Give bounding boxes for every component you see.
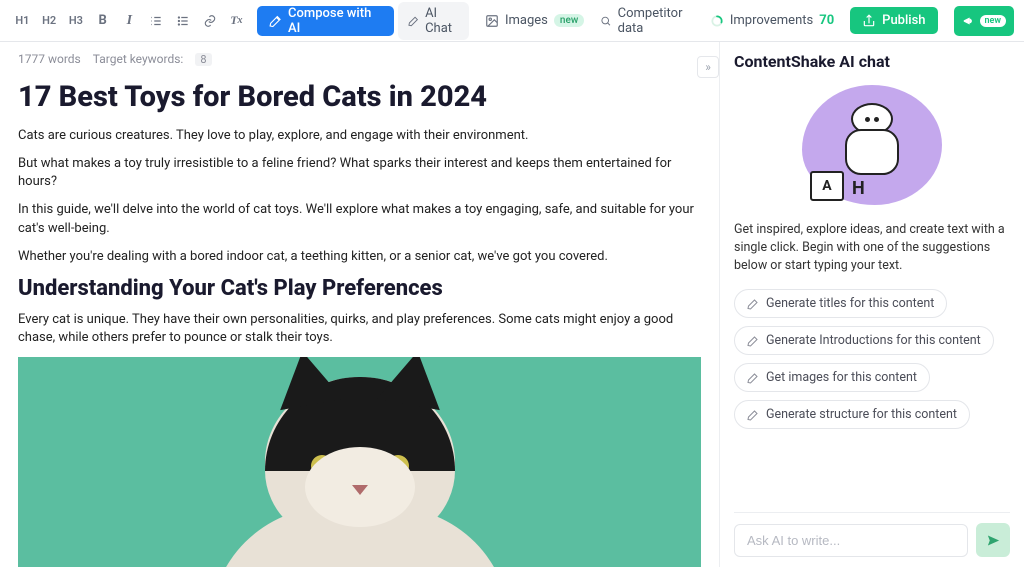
heading-2[interactable]: Understanding Your Cat's Play Preference… — [18, 276, 701, 301]
ai-illustration: A H — [802, 85, 942, 205]
paragraph[interactable]: Whether you're dealing with a bored indo… — [18, 248, 701, 266]
unordered-list-button[interactable] — [171, 8, 196, 34]
competitor-tab[interactable]: Competitor data — [600, 6, 694, 36]
suggestion-chip-images[interactable]: Get images for this content — [734, 363, 930, 392]
main: 1777 words Target keywords: 8 17 Best To… — [0, 42, 1024, 567]
megaphone-icon — [962, 14, 976, 28]
chip-label: Get images for this content — [766, 370, 917, 385]
improvements-tab[interactable]: Improvements 70 — [710, 13, 834, 28]
send-icon — [986, 533, 1001, 548]
ai-chat-sidebar: ContentShake AI chat A H Get inspired, e… — [719, 42, 1024, 567]
ordered-list-button[interactable] — [144, 8, 169, 34]
italic-button[interactable]: I — [117, 8, 142, 34]
ai-chat-tab[interactable]: AI Chat — [398, 2, 469, 40]
improvements-count: 70 — [819, 13, 834, 28]
heading2-button[interactable]: H2 — [37, 8, 62, 34]
wand-icon — [747, 298, 759, 310]
images-new-badge: new — [554, 14, 584, 27]
meta-row: 1777 words Target keywords: 8 — [18, 52, 701, 66]
share-icon — [862, 14, 876, 28]
publish-button[interactable]: Publish — [850, 7, 937, 34]
chevron-right-icon: » — [705, 60, 711, 74]
compose-ai-label: Compose with AI — [288, 6, 382, 36]
wand-icon — [269, 14, 282, 28]
images-label: Images — [505, 13, 548, 28]
suggestion-chip-structure[interactable]: Generate structure for this content — [734, 400, 970, 429]
paragraph[interactable]: In this guide, we'll delve into the worl… — [18, 201, 701, 237]
cat-illustration — [200, 387, 520, 567]
keywords-count[interactable]: 8 — [195, 53, 211, 66]
sidebar-description: Get inspired, explore ideas, and create … — [734, 221, 1010, 275]
publish-label: Publish — [882, 13, 925, 28]
search-icon — [600, 14, 611, 28]
images-tab[interactable]: Images new — [485, 13, 584, 28]
heading1-button[interactable]: H1 — [10, 8, 35, 34]
wand-icon — [747, 409, 759, 421]
document-title[interactable]: 17 Best Toys for Bored Cats in 2024 — [18, 80, 701, 115]
toolbar-right: AI Chat Images new Competitor data Impro… — [398, 2, 1014, 40]
bold-button[interactable]: B — [90, 8, 115, 34]
word-count: 1777 words — [18, 52, 81, 66]
paragraph[interactable]: But what makes a toy truly irresistible … — [18, 155, 701, 191]
ai-chat-label: AI Chat — [425, 6, 459, 36]
target-keywords-label: Target keywords: — [93, 52, 184, 66]
clear-format-button[interactable]: Tx — [224, 8, 249, 34]
suggestion-chip-titles[interactable]: Generate titles for this content — [734, 289, 947, 318]
compose-ai-button[interactable]: Compose with AI — [257, 6, 394, 36]
wand-icon — [408, 14, 419, 28]
wand-icon — [747, 335, 759, 347]
editor: 1777 words Target keywords: 8 17 Best To… — [0, 42, 719, 567]
chat-input-row — [734, 512, 1010, 557]
paragraph[interactable]: Cats are curious creatures. They love to… — [18, 127, 701, 145]
sidebar-title: ContentShake AI chat — [734, 52, 1010, 71]
toolbar: H1 H2 H3 B I Tx Compose with AI AI Chat … — [0, 0, 1024, 42]
announcement-new-badge: new — [980, 15, 1007, 27]
announcement-button[interactable]: new — [954, 6, 1015, 36]
progress-ring-icon — [710, 14, 724, 28]
wand-icon — [747, 372, 759, 384]
hero-image — [18, 357, 701, 567]
image-icon — [485, 14, 499, 28]
heading3-button[interactable]: H3 — [64, 8, 89, 34]
collapse-sidebar-button[interactable]: » — [697, 56, 719, 78]
chip-label: Generate structure for this content — [766, 407, 957, 422]
link-button[interactable] — [197, 8, 222, 34]
chip-label: Generate Introductions for this content — [766, 333, 981, 348]
paragraph[interactable]: Every cat is unique. They have their own… — [18, 311, 701, 347]
improvements-label: Improvements — [730, 13, 813, 28]
send-button[interactable] — [976, 523, 1010, 557]
competitor-label: Competitor data — [618, 6, 694, 36]
chat-input[interactable] — [734, 524, 968, 557]
suggestion-chip-intros[interactable]: Generate Introductions for this content — [734, 326, 994, 355]
chip-label: Generate titles for this content — [766, 296, 934, 311]
